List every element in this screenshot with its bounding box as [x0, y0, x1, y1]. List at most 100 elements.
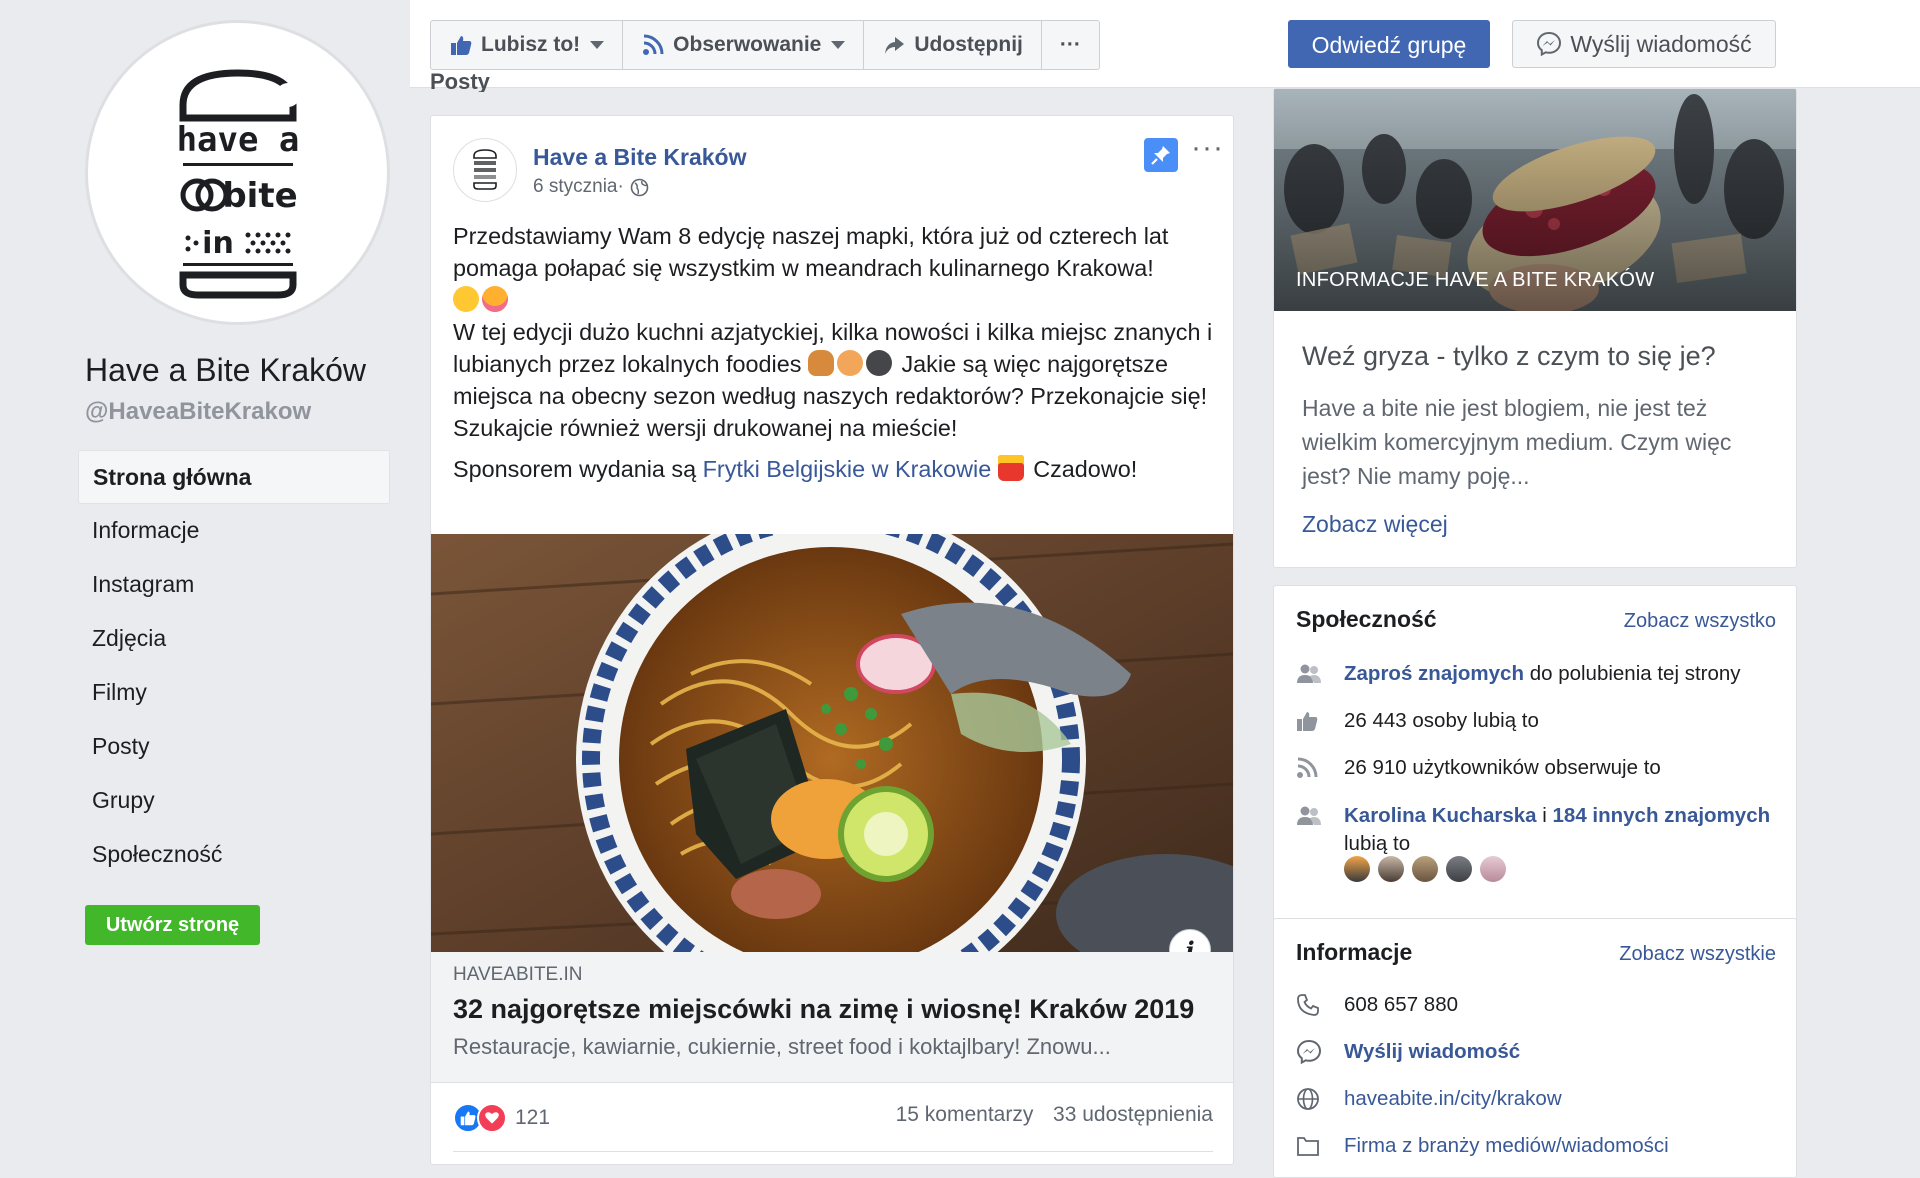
thumbs-up-icon: [449, 33, 473, 57]
create-page-button[interactable]: Utwórz stronę: [85, 905, 260, 945]
post-meta-separator: ·: [617, 176, 624, 197]
info-heading: Informacje: [1296, 939, 1413, 965]
page-name: Have a Bite Kraków: [85, 352, 367, 388]
nav-item-home[interactable]: Strona główna: [78, 450, 390, 504]
follow-button[interactable]: Obserwowanie: [623, 21, 865, 69]
info-card: Informacje Zobacz wszystkie 608 657 880 …: [1273, 918, 1797, 1178]
post-stats: 121 15 komentarzy 33 udostępnienia: [453, 1103, 1213, 1133]
divider: [453, 1151, 1213, 1152]
friend-avatar[interactable]: [1378, 856, 1404, 882]
see-more-link[interactable]: Zobacz więcej: [1302, 511, 1448, 538]
nav-item-groups[interactable]: Grupy: [78, 774, 390, 828]
community-heading: Społeczność: [1296, 606, 1437, 632]
friend-and: i: [1536, 804, 1553, 827]
rss-follow-icon: [641, 33, 665, 57]
post-sponsor-line: Sponsorem wydania są Frytki Belgijskie w…: [453, 453, 1213, 485]
page-handle[interactable]: @HaveaBiteKrakow: [85, 398, 311, 426]
about-title: Weź gryza - tylko z czym to się je?: [1302, 341, 1716, 371]
ramen-bowl-photo: [431, 534, 1233, 952]
about-cover-photo[interactable]: INFORMACJE HAVE A BITE KRAKÓW: [1274, 89, 1796, 311]
post-paragraph-3: Szukajcie również wersji drukowanej na m…: [453, 415, 958, 441]
friends-icon: [1296, 802, 1326, 830]
community-see-all-link[interactable]: Zobacz wszystko: [1624, 610, 1776, 633]
friend-avatar[interactable]: [1446, 856, 1472, 882]
post-meta: 6 stycznia ·: [533, 176, 649, 198]
logo-text-1: have a: [177, 120, 300, 160]
nav-item-instagram[interactable]: Instagram: [78, 558, 390, 612]
friend-name-link[interactable]: Karolina Kucharska: [1344, 804, 1537, 827]
invite-friends-text: do polubienia tej strony: [1524, 662, 1741, 685]
category-row: Firma z branży mediów/wiadomości: [1296, 1132, 1776, 1160]
logo-text-2: bite: [222, 176, 297, 216]
phone-row: 608 657 880: [1296, 991, 1776, 1019]
left-sidebar: have a bite in Have a Bite Kraków @Havea…: [0, 0, 410, 1153]
post-link-image[interactable]: [431, 534, 1233, 952]
website-link[interactable]: haveabite.in/city/krakow: [1344, 1085, 1562, 1113]
post-text: Przedstawiamy Wam 8 edycję naszej mapki,…: [453, 220, 1213, 485]
link-preview-text: HAVEABITE.IN 32 najgorętsze miejscówki n…: [431, 952, 1233, 1082]
post-emoji-line: [453, 284, 1213, 316]
website-row: haveabite.in/city/krakow: [1296, 1085, 1776, 1113]
page-navigation: Strona główna Informacje Instagram Zdjęc…: [78, 450, 390, 882]
comments-count[interactable]: 15 komentarzy: [896, 1103, 1034, 1126]
pin-icon[interactable]: [1144, 138, 1178, 172]
nav-item-about[interactable]: Informacje: [78, 504, 390, 558]
comments-shares-summary: 15 komentarzy 33 udostępnienia: [896, 1103, 1213, 1127]
sponsor-prefix: Sponsorem wydania są: [453, 456, 703, 482]
like-button-label: Lubisz to!: [481, 33, 581, 56]
friend-avatar[interactable]: [1344, 856, 1370, 882]
category-link[interactable]: Firma z branży mediów/wiadomości: [1344, 1132, 1669, 1160]
info-see-all-link[interactable]: Zobacz wszystkie: [1619, 943, 1776, 966]
followers-row: 26 910 użytkowników obserwuje to: [1296, 754, 1776, 782]
sponsor-suffix: Czadowo!: [1026, 456, 1138, 482]
have-a-bite-logo: have a bite in: [177, 69, 300, 299]
nav-item-community[interactable]: Społeczność: [78, 828, 390, 882]
pot-of-food-emoji-icon: [865, 350, 892, 376]
more-dots-icon: ···: [1059, 33, 1081, 56]
likes-count-text: 26 443 osoby lubią to: [1344, 709, 1539, 732]
sponsor-link[interactable]: Frytki Belgijskie w Krakowie: [703, 456, 992, 482]
friends-others-link[interactable]: 184 innych znajomych: [1553, 804, 1771, 827]
follow-button-label: Obserwowanie: [673, 33, 822, 56]
post-options-button[interactable]: ···: [1191, 133, 1224, 163]
shares-count[interactable]: 33 udostępnienia: [1053, 1103, 1213, 1126]
visit-group-button[interactable]: Odwiedź grupę: [1288, 20, 1490, 68]
followers-count-text: 26 910 użytkowników obserwuje to: [1344, 756, 1661, 779]
likes-row: 26 443 osoby lubią to: [1296, 707, 1776, 735]
nav-item-videos[interactable]: Filmy: [78, 666, 390, 720]
nav-item-posts[interactable]: Posty: [78, 720, 390, 774]
post-date[interactable]: 6 stycznia: [533, 176, 617, 198]
messenger-icon: [1296, 1038, 1326, 1066]
more-actions-button[interactable]: ···: [1042, 21, 1099, 69]
globe-public-icon: [630, 178, 649, 197]
laughing-emoji-icon: [453, 286, 479, 312]
friend-avatar[interactable]: [1480, 856, 1506, 882]
message-row: Wyślij wiadomość: [1296, 1038, 1776, 1066]
french-fries-emoji-icon: [997, 455, 1024, 481]
reactions-summary[interactable]: 121: [453, 1103, 550, 1133]
send-message-link[interactable]: Wyślij wiadomość: [1344, 1038, 1520, 1066]
about-description: Have a bite nie jest blogiem, nie jest t…: [1302, 395, 1732, 489]
friend-avatar[interactable]: [1412, 856, 1438, 882]
post-author-name[interactable]: Have a Bite Kraków: [533, 144, 746, 171]
reactions-count: 121: [515, 1106, 551, 1129]
thumbs-up-icon: [1296, 707, 1326, 735]
nav-item-photos[interactable]: Zdjęcia: [78, 612, 390, 666]
send-message-button[interactable]: Wyślij wiadomość: [1512, 20, 1776, 68]
post-author-avatar[interactable]: [453, 138, 517, 202]
friends-icon: [1296, 660, 1326, 688]
like-button[interactable]: Lubisz to!: [431, 21, 624, 69]
invite-friends-link[interactable]: Zaproś znajomych: [1344, 662, 1524, 685]
page-profile-picture[interactable]: have a bite in: [85, 20, 390, 325]
phone-number[interactable]: 608 657 880: [1344, 991, 1458, 1019]
link-domain: HAVEABITE.IN: [453, 964, 583, 985]
share-button[interactable]: Udostępnij: [864, 21, 1042, 69]
send-message-label: Wyślij wiadomość: [1570, 30, 1752, 57]
love-reaction-icon: [477, 1103, 507, 1133]
rss-follow-icon: [1296, 754, 1326, 782]
link-title[interactable]: 32 najgorętsze miejscówki na zimę i wios…: [453, 994, 1194, 1025]
posts-section-heading: Posty: [430, 72, 490, 92]
spaghetti-emoji-icon: [836, 350, 863, 376]
logo-text-3: in: [202, 226, 234, 261]
friends-like-row: Karolina Kucharska i 184 innych znajomyc…: [1296, 802, 1776, 858]
